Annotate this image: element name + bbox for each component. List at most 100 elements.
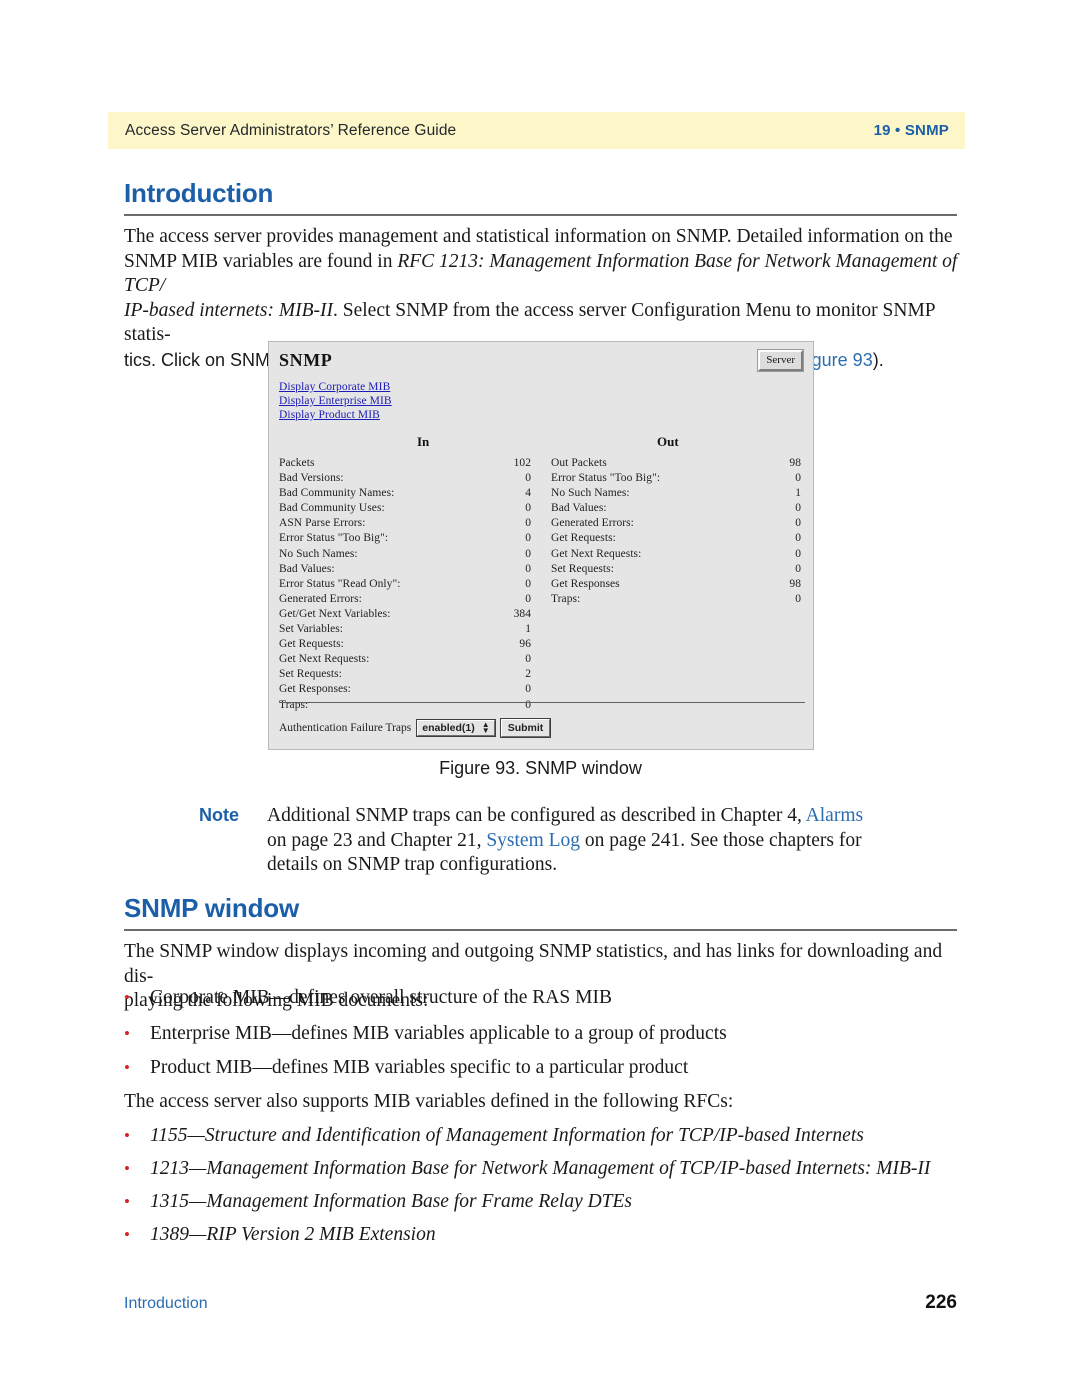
note-line-1-pre: Additional SNMP traps can be configured … bbox=[267, 805, 806, 826]
stat-row: No Such Names: 1 bbox=[551, 486, 801, 501]
stat-row: No Such Names: 0 bbox=[279, 547, 531, 562]
stat-value: 0 bbox=[525, 683, 531, 696]
spinner-arrows-icon: ▲ ▼ bbox=[481, 720, 490, 735]
display-product-mib-link[interactable]: Display Product MIB bbox=[279, 408, 392, 422]
stat-value: 0 bbox=[795, 562, 801, 575]
display-corporate-mib-link[interactable]: Display Corporate MIB bbox=[279, 380, 392, 394]
stat-value: 1 bbox=[795, 487, 801, 500]
submit-button[interactable]: Submit bbox=[499, 718, 552, 738]
page-title-introduction: Introduction bbox=[124, 178, 274, 208]
stat-label: Traps: bbox=[551, 592, 581, 605]
stat-label: Error Status "Too Big": bbox=[279, 532, 389, 545]
stat-value: 0 bbox=[795, 502, 801, 515]
stat-label: ASN Parse Errors: bbox=[279, 517, 366, 530]
stat-value: 0 bbox=[525, 562, 531, 575]
stat-label: Get Responses: bbox=[279, 683, 351, 696]
header-guide-title: Access Server Administrators’ Reference … bbox=[125, 121, 457, 139]
snmp-window-heading-rule bbox=[124, 929, 957, 931]
stat-value: 0 bbox=[525, 653, 531, 666]
stat-row: Error Status "Too Big": 0 bbox=[279, 531, 531, 546]
introduction-heading-rule bbox=[124, 214, 957, 216]
mib-bullet-text: Corporate MIB—defines overall structure … bbox=[150, 987, 612, 1008]
alarms-crossref-link[interactable]: Alarms bbox=[806, 805, 863, 826]
stat-value: 0 bbox=[525, 698, 531, 711]
stat-row: Error Status "Read Only": 0 bbox=[279, 577, 531, 592]
stat-row: Generated Errors: 0 bbox=[551, 516, 801, 531]
stat-row: Set Requests: 0 bbox=[551, 562, 801, 577]
footer-page-number: 226 bbox=[925, 1292, 957, 1313]
authentication-failure-traps-form: Authentication Failure Traps enabled(1) … bbox=[279, 718, 552, 738]
stat-row: Set Requests: 2 bbox=[279, 667, 531, 682]
stat-value: 0 bbox=[795, 517, 801, 530]
bullet-dot-icon: • bbox=[124, 988, 130, 1007]
stat-value: 0 bbox=[795, 592, 801, 605]
stat-label: No Such Names: bbox=[551, 487, 630, 500]
snmp-window-title: SNMP bbox=[279, 350, 333, 370]
footer-section-name: Introduction bbox=[124, 1295, 208, 1312]
stat-label: Set Variables: bbox=[279, 623, 344, 636]
stat-value: 0 bbox=[525, 547, 531, 560]
stat-label: Set Requests: bbox=[279, 668, 342, 681]
mib-bullet-text: Enterprise MIB—defines MIB variables app… bbox=[150, 1023, 727, 1044]
stat-label: Bad Community Names: bbox=[279, 487, 395, 500]
stat-row: Get Responses 98 bbox=[551, 577, 801, 592]
figure-divider bbox=[279, 702, 805, 703]
stat-row: Get Requests: 0 bbox=[551, 531, 801, 546]
stat-label: Error Status "Too Big": bbox=[551, 472, 661, 485]
stat-row: ASN Parse Errors: 0 bbox=[279, 516, 531, 531]
list-item: • 1155—Structure and Identification of Ma… bbox=[124, 1124, 957, 1148]
stat-label: Packets bbox=[279, 457, 315, 469]
stat-value: 4 bbox=[525, 487, 531, 500]
stat-row: Bad Versions: 0 bbox=[279, 471, 531, 486]
intro-line-3-italic: IP-based internets: MIB-II bbox=[124, 299, 334, 321]
auth-failure-traps-select[interactable]: enabled(1) ▲ ▼ bbox=[416, 719, 496, 737]
stat-row: Bad Values: 0 bbox=[551, 501, 801, 516]
column-header-in: In bbox=[417, 434, 430, 449]
auth-failure-traps-selected-value: enabled(1) bbox=[422, 722, 475, 734]
stat-label: Out Packets bbox=[551, 457, 607, 469]
stat-label: Error Status "Read Only": bbox=[279, 577, 401, 590]
rfc-bullet-text: 1213—Management Information Base for Net… bbox=[150, 1158, 931, 1179]
stat-row: Bad Values: 0 bbox=[279, 562, 531, 577]
auth-failure-traps-label: Authentication Failure Traps bbox=[279, 722, 412, 734]
stat-row: Out Packets 98 bbox=[551, 456, 801, 471]
bullet-dot-icon: • bbox=[124, 1225, 130, 1244]
stat-value: 0 bbox=[795, 547, 801, 560]
bullet-dot-icon: • bbox=[124, 1058, 130, 1077]
stat-label: Get/Get Next Variables: bbox=[279, 607, 391, 620]
stat-row: Get Responses: 0 bbox=[279, 682, 531, 697]
bullet-dot-icon: • bbox=[124, 1192, 130, 1211]
stat-label: Get Next Requests: bbox=[551, 547, 642, 560]
list-item: • 1315—Management Information Base for Fr… bbox=[124, 1190, 957, 1214]
stat-row: Bad Community Names: 4 bbox=[279, 486, 531, 501]
out-statistics-list: Out Packets 98 Error Status "Too Big": 0 No … bbox=[551, 456, 801, 607]
list-item: • Corporate MIB—defines overall structure… bbox=[124, 986, 957, 1010]
system-log-crossref-link[interactable]: System Log bbox=[486, 830, 580, 851]
stat-value: 0 bbox=[795, 472, 801, 485]
rfc-bullet-text: 1389—RIP Version 2 MIB Extension bbox=[150, 1224, 436, 1245]
list-item: • 1389—RIP Version 2 MIB Extension bbox=[124, 1223, 957, 1247]
stat-label: Set Requests: bbox=[551, 562, 614, 575]
display-enterprise-mib-link[interactable]: Display Enterprise MIB bbox=[279, 394, 392, 408]
list-item: • 1213—Management Information Base for Ne… bbox=[124, 1157, 957, 1181]
stat-value: 0 bbox=[525, 472, 531, 485]
page-title-snmp-window: SNMP window bbox=[124, 893, 299, 923]
stat-label: Get Next Requests: bbox=[279, 653, 370, 666]
stat-label: Bad Values: bbox=[279, 562, 335, 575]
stat-row: Get Next Requests: 0 bbox=[279, 652, 531, 667]
rfc-intro-paragraph: The access server also supports MIB vari… bbox=[124, 1091, 734, 1112]
stat-row: Error Status "Too Big": 0 bbox=[551, 471, 801, 486]
stat-label: Get Responses bbox=[551, 577, 620, 590]
server-button[interactable]: Server bbox=[757, 349, 804, 372]
intro-line-1: The access server provides management an… bbox=[124, 226, 953, 247]
stat-label: Generated Errors: bbox=[279, 592, 362, 605]
stat-label: Bad Versions: bbox=[279, 472, 344, 485]
stat-row: Get/Get Next Variables: 384 bbox=[279, 607, 531, 622]
stat-value: 0 bbox=[525, 532, 531, 545]
rfc-bullet-text: 1315—Management Information Base for Fra… bbox=[150, 1191, 633, 1212]
bullet-dot-icon: • bbox=[124, 1024, 130, 1043]
column-header-out: Out bbox=[657, 434, 679, 449]
note-label: Note bbox=[199, 805, 239, 825]
rfc-bullet-text: 1155—Structure and Identification of Man… bbox=[150, 1125, 864, 1146]
stat-label: Generated Errors: bbox=[551, 517, 634, 530]
